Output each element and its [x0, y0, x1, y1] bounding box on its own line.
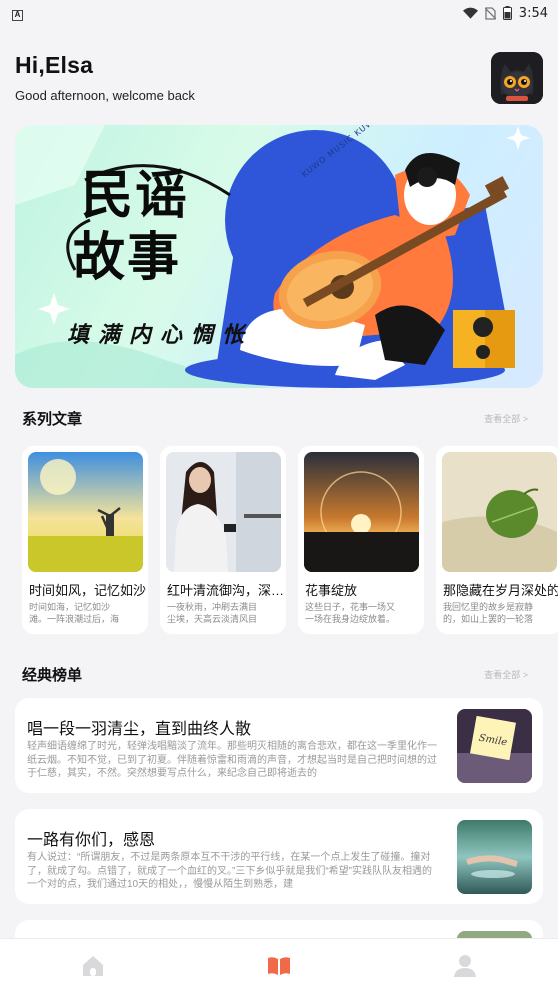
- status-time: 3:54: [518, 5, 548, 21]
- article-card[interactable]: 红叶清流御沟，深宫尽日闲 一夜秋雨，冲刷去满目尘埃，天高云淡清风目: [160, 446, 286, 634]
- ranking-card[interactable]: 唱一段一羽清尘，直到曲终人散 轻声细语缠绵了时光，轻弹浅唱黯淡了流年。那些明灭相…: [15, 698, 543, 793]
- article-card[interactable]: 那隐藏在岁月深处的 我回忆里的故乡是寂静的，如山上罢的一轮落: [436, 446, 558, 634]
- greeting-header: Hi,Elsa Good afternoon, welcome back: [15, 52, 543, 106]
- tab-profile[interactable]: [452, 953, 478, 979]
- greeting-subtitle: Good afternoon, welcome back: [15, 88, 195, 103]
- article-title: 时间如风，记忆如沙: [29, 583, 147, 598]
- banner-title-line2: 故事: [73, 228, 182, 288]
- status-left: A: [12, 5, 23, 21]
- series-header: 系列文章 查看全部 >: [22, 408, 528, 429]
- article-image: [28, 452, 143, 572]
- notification-icon: A: [12, 10, 23, 21]
- banner-tagline: 填满内心惆怅: [67, 323, 254, 348]
- article-desc: 一夜秋雨，冲刷去满目尘埃，天高云淡清风目: [167, 602, 258, 624]
- cat-avatar-icon: [491, 52, 543, 104]
- status-bar: A 3:54: [0, 0, 558, 26]
- home-icon: [83, 956, 103, 976]
- promo-banner[interactable]: 民谣 故事 填满内心惆怅 KUWO MUSIC KUWO MUSIC: [15, 125, 543, 388]
- article-image: [304, 452, 419, 572]
- greeting-title: Hi,Elsa: [15, 52, 94, 78]
- ranking-card[interactable]: 一路有你们，感恩 有人说过：“所谓朋友，不过是两条原本互不干涉的平行线，在某一个…: [15, 809, 543, 904]
- article-card[interactable]: 时间如风，记忆如沙 时间如海，记忆如沙滩。一阵浪潮过后，海: [22, 446, 148, 634]
- tab-home[interactable]: [80, 953, 106, 979]
- wifi-icon: [462, 7, 478, 19]
- article-title: 花事绽放: [305, 583, 358, 598]
- profile-icon: [454, 955, 476, 977]
- classics-title: 经典榜单: [22, 667, 83, 684]
- ranking-desc: 有人说过：“所谓朋友，不过是两条原本互不干涉的平行线，在某一个点上发生了碰撞。撞…: [27, 852, 432, 890]
- series-carousel[interactable]: 时间如风，记忆如沙 时间如海，记忆如沙滩。一阵浪潮过后，海 红叶清流御沟，深宫尽…: [22, 446, 558, 636]
- article-card[interactable]: 花事绽放 这些日子，花事一场又一场在我身边绽放着。: [298, 446, 424, 634]
- battery-icon: [502, 6, 512, 20]
- ranking-title: 唱一段一羽清尘，直到曲终人散: [27, 721, 252, 738]
- status-right: 3:54: [462, 5, 548, 21]
- article-image: [166, 452, 281, 572]
- classics-header: 经典榜单 查看全部 >: [22, 664, 528, 685]
- series-title: 系列文章: [22, 411, 83, 428]
- no-sim-icon: [484, 6, 496, 20]
- article-image: [442, 452, 557, 572]
- article-title: 红叶清流御沟，深宫尽日闲: [167, 583, 285, 598]
- article-desc: 我回忆里的故乡是寂静的，如山上罢的一轮落: [443, 602, 534, 624]
- ranking-desc: 轻声细语缠绵了时光，轻弹浅唱黯淡了流年。那些明灭相随的离合悲欢，都在这一季里化作…: [27, 741, 437, 779]
- banner-title-line1: 民谣: [81, 166, 190, 226]
- article-desc: 时间如海，记忆如沙滩。一阵浪潮过后，海: [29, 602, 120, 624]
- ranking-image: [457, 820, 532, 894]
- series-view-all[interactable]: 查看全部 >: [484, 412, 528, 425]
- avatar[interactable]: [491, 52, 543, 104]
- book-icon: [268, 957, 290, 975]
- tab-articles[interactable]: [266, 953, 292, 979]
- article-title: 那隐藏在岁月深处的: [443, 583, 558, 598]
- ranking-image: Smile: [457, 709, 532, 783]
- classics-view-all[interactable]: 查看全部 >: [484, 668, 528, 681]
- banner-title: 民谣 故事: [73, 165, 190, 289]
- ranking-title: 一路有你们，感恩: [27, 832, 156, 849]
- article-desc: 这些日子，花事一场又一场在我身边绽放着。: [305, 602, 396, 624]
- bottom-tab-bar: [0, 938, 558, 992]
